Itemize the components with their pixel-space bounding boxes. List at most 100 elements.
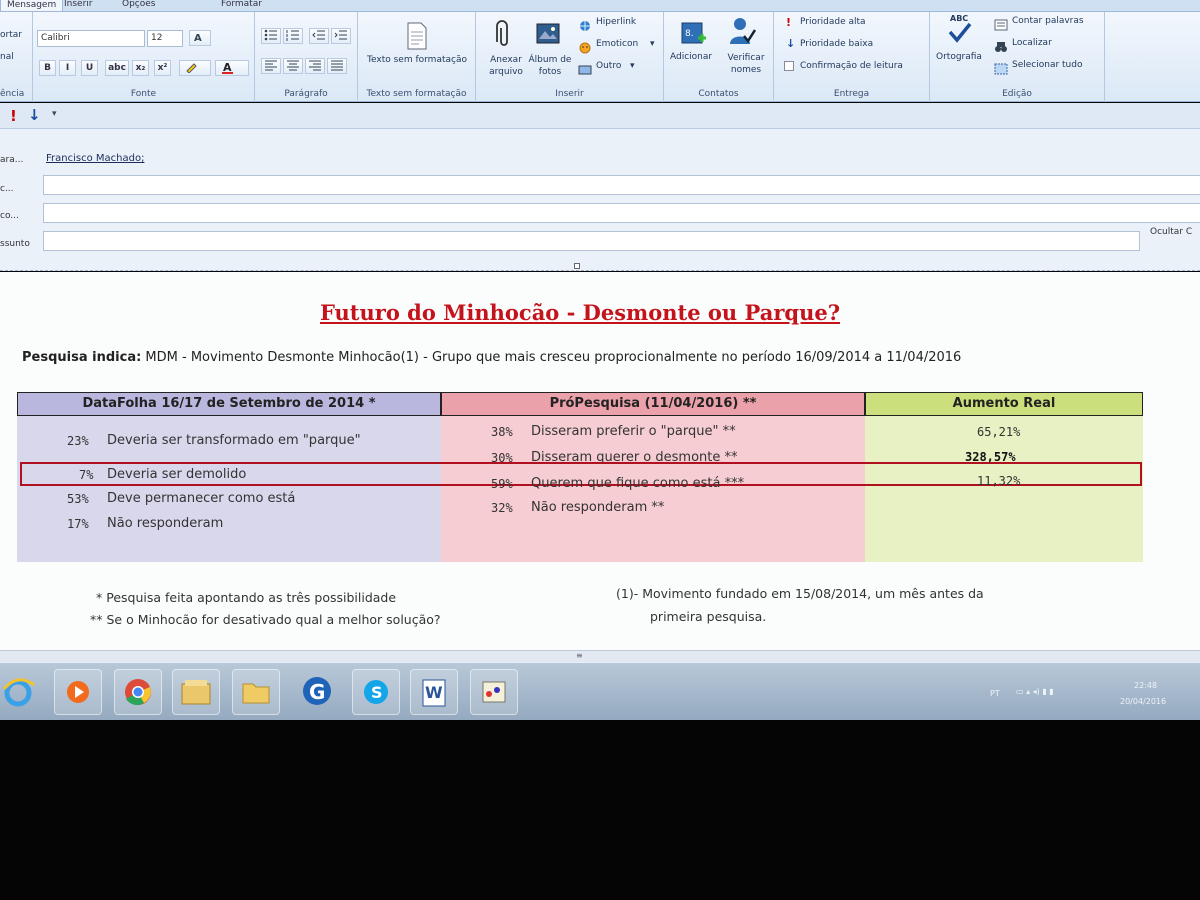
document-icon [407, 22, 427, 50]
taskbar-paint[interactable] [470, 669, 518, 715]
select-all-label: Selecionar tudo [1012, 60, 1083, 70]
row-1-increase: 65,21% [977, 425, 1021, 439]
clipboard-group-label: ência [0, 89, 25, 99]
align-right-icon [309, 60, 321, 71]
taskbar-word[interactable]: W [410, 669, 458, 715]
svg-text:G: G [309, 680, 325, 704]
subscript-button[interactable]: x₂ [132, 60, 149, 76]
paste-button[interactable]: ortar [0, 30, 22, 40]
justify-button[interactable] [327, 58, 347, 74]
folder-icon [242, 683, 270, 704]
align-center-icon [287, 60, 299, 71]
cc-button[interactable]: c... [0, 184, 14, 194]
find-label: Localizar [1012, 38, 1052, 48]
high-priority-quick-icon[interactable]: ! [10, 107, 17, 125]
taskbar-skype[interactable]: S [352, 669, 400, 715]
taskbar-file-explorer[interactable] [172, 669, 220, 715]
bcc-button[interactable]: co... [0, 211, 19, 221]
system-tray: PT ▭ ▴ ◂) ▮ ▮ 22:48 20/04/2016 [970, 663, 1200, 721]
chrome-icon [125, 679, 151, 706]
row-4-pct-2014: 17% [67, 517, 89, 531]
footnote-3b: primeira pesquisa. [650, 609, 767, 624]
highlight-button[interactable] [179, 60, 211, 76]
numbering-button[interactable] [283, 28, 303, 44]
tab-insert[interactable]: Inserir [58, 0, 99, 11]
clipboard-group: ortar nal ência [0, 12, 33, 102]
emoticon-button[interactable]: Emoticon ▾ [578, 39, 655, 58]
to-button[interactable]: ara... [0, 155, 23, 165]
subject-field[interactable] [43, 231, 1140, 251]
attach-file-button[interactable] [496, 20, 512, 54]
to-recipient[interactable]: Francisco Machado; [46, 153, 144, 164]
cc-field[interactable] [43, 175, 1200, 195]
intro-bold: Pesquisa indica: [22, 350, 142, 365]
insert-group-label: Inserir [555, 89, 584, 99]
tab-message[interactable]: Mensagem [0, 0, 64, 11]
other-label: Outro [596, 61, 622, 71]
photo-album-button[interactable] [536, 22, 560, 50]
plain-text-label: Texto sem formatação [367, 55, 467, 65]
low-priority-quick-icon[interactable]: ↓ [28, 106, 41, 124]
decrease-indent-button[interactable] [309, 28, 329, 44]
increase-indent-button[interactable] [331, 28, 351, 44]
emoticon-label: Emoticon [596, 39, 639, 49]
hide-cc-button[interactable]: Ocultar C [1150, 227, 1192, 237]
other-insert-button[interactable]: Outro ▾ [578, 61, 635, 80]
subject-label: ssunto [0, 239, 30, 249]
hyperlink-button[interactable]: Hiperlink [578, 17, 636, 36]
font-name-select[interactable]: Calibri [37, 30, 145, 47]
photo-album-label: Álbum de fotos [528, 55, 572, 77]
font-size-select[interactable]: 12 [147, 30, 183, 47]
bold-button[interactable]: B [39, 60, 56, 76]
clock-date[interactable]: 20/04/2016 [1120, 697, 1166, 706]
taskbar-media-player[interactable] [54, 669, 102, 715]
message-body[interactable]: Futuro do Minhocão - Desmonte ou Parque?… [0, 272, 1200, 650]
tab-options[interactable]: Opções [116, 0, 161, 11]
row-1-text-2016: Disseram preferir o "parque" ** [531, 424, 736, 439]
tab-format[interactable]: Formatar [215, 0, 268, 11]
align-right-button[interactable] [305, 58, 325, 74]
bcc-field[interactable] [43, 203, 1200, 223]
checkbox-box [784, 61, 794, 71]
strikethrough-button[interactable]: abc [105, 60, 129, 76]
spelling-button[interactable]: ABC [946, 14, 974, 48]
font-group: Calibri 12 A B I U abc x₂ x² A Fonte [33, 12, 255, 102]
format-painter-button[interactable]: nal [0, 52, 14, 62]
row-3-pct-2014: 53% [67, 492, 89, 506]
customize-qat-icon[interactable]: ▾ [52, 109, 57, 119]
read-receipt-label: Confirmação de leitura [800, 61, 903, 71]
row-1-text-2014: Deveria ser transformado em "parque" [107, 433, 361, 448]
editing-group: ABC Ortografia Contar palavras Localizar… [930, 12, 1105, 102]
clock-time[interactable]: 22:48 [1134, 681, 1157, 690]
italic-button[interactable]: I [59, 60, 76, 76]
superscript-button[interactable]: x² [154, 60, 171, 76]
find-button[interactable]: Localizar [994, 38, 1052, 57]
taskbar-gmail-notifier[interactable]: G [294, 669, 342, 715]
language-indicator[interactable]: PT [990, 689, 1000, 698]
horizontal-scrollbar[interactable]: ≡ [0, 650, 1200, 662]
align-left-button[interactable] [261, 58, 281, 74]
verify-names-button[interactable] [728, 16, 757, 50]
word-count-button[interactable]: Contar palavras [994, 16, 1084, 35]
select-all-button[interactable]: Selecionar tudo [994, 60, 1082, 79]
align-center-button[interactable] [283, 58, 303, 74]
underline-button[interactable]: U [81, 60, 98, 76]
taskbar-folder[interactable] [232, 669, 280, 715]
to-field[interactable]: Francisco Machado; [43, 149, 1200, 169]
paragraph-group: Parágrafo [255, 12, 358, 102]
shrink-font-button[interactable]: A [189, 30, 211, 46]
taskbar-chrome[interactable] [114, 669, 162, 715]
quick-access-toolbar: ! ↓ ▾ [0, 103, 1200, 129]
row-4-text-2014: Não responderam [107, 516, 224, 531]
footnote-3a: (1)- Movimento fundado em 15/08/2014, um… [616, 586, 984, 601]
bullets-button[interactable] [261, 28, 281, 44]
message-title: Futuro do Minhocão - Desmonte ou Parque? [319, 300, 841, 325]
internet-explorer-icon [2, 678, 35, 707]
font-color-button[interactable]: A [215, 60, 249, 76]
plain-text-button[interactable] [406, 22, 428, 54]
libraries-icon [181, 680, 211, 705]
tray-icons[interactable]: ▭ ▴ ◂) ▮ ▮ [1016, 687, 1054, 696]
taskbar-ie[interactable] [0, 669, 44, 715]
add-contact-button[interactable]: 8. [680, 20, 706, 50]
resize-handle[interactable] [574, 263, 580, 269]
